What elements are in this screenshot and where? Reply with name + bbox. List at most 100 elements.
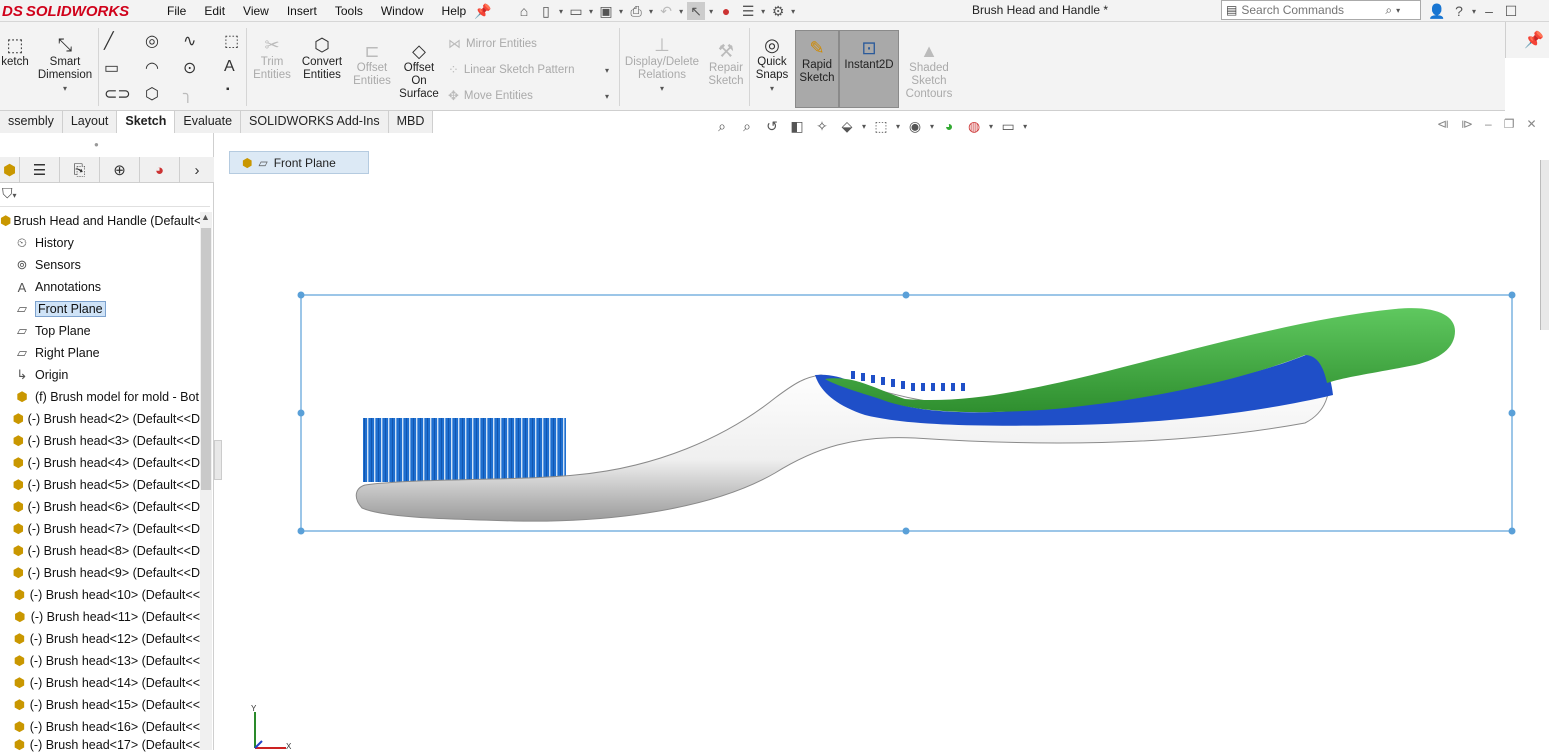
viewport-minimize-icon[interactable]: – [1485, 117, 1492, 131]
pattern-caret-icon[interactable]: ▾ [605, 66, 609, 75]
display-delete-relations-button[interactable]: ⊥ Display/Delete Relations ▾ [622, 34, 702, 95]
scene-caret-icon[interactable]: ▾ [989, 122, 993, 131]
menu-view[interactable]: View [234, 4, 278, 18]
handle-bottom-left[interactable] [297, 527, 305, 535]
instant2d-button[interactable]: ⊡ Instant2D [839, 30, 899, 108]
centerline-point-icon[interactable]: ▪ [226, 84, 230, 95]
dynamic-annotation-icon[interactable]: ✧ [812, 118, 832, 135]
display-style-icon[interactable]: ⬚ [871, 118, 891, 135]
tab-evaluate[interactable]: Evaluate [175, 111, 242, 133]
search-icon[interactable]: ⌕ [1385, 3, 1392, 18]
minimize-window-icon[interactable]: – [1480, 2, 1498, 20]
file-properties-icon[interactable]: ☰ [739, 2, 757, 20]
tile-right-icon[interactable]: ⧐ [1461, 117, 1473, 131]
property-manager-tab[interactable]: ☰ [20, 157, 60, 183]
display-caret-icon[interactable]: ▾ [896, 122, 900, 131]
tree-root-assembly[interactable]: ⬢ Brush Head and Handle (Default<D [0, 210, 200, 232]
help-caret-icon[interactable]: ▾ [1472, 7, 1476, 16]
task-pane-strip[interactable] [1540, 160, 1549, 330]
arc-icon[interactable]: ◠ [145, 58, 159, 78]
filter-caret-icon[interactable]: ▾ [13, 191, 17, 200]
save-caret-icon[interactable]: ▾ [619, 7, 623, 16]
polygon-icon[interactable]: ⬡ [145, 84, 159, 104]
linear-sketch-pattern-button[interactable]: ⁘ Linear Sketch Pattern [448, 62, 575, 78]
tree-item-brush-head[interactable]: ⬢ (-) Brush head<11> (Default<< [0, 606, 200, 628]
options-gear-icon[interactable]: ⚙ [769, 2, 787, 20]
tree-item-brush-head[interactable]: ⬢ (-) Brush head<6> (Default<<D [0, 496, 200, 518]
menu-file[interactable]: File [158, 4, 195, 18]
tree-item-brush-head[interactable]: ⬢ (-) Brush head<15> (Default<< [0, 694, 200, 716]
handle-bottom-right[interactable] [1508, 527, 1516, 535]
solidworks-logo[interactable]: DS SOLIDWORKS [0, 0, 140, 22]
handle-top-right[interactable] [1508, 291, 1516, 299]
tree-item-brush-head[interactable]: ⬢ (-) Brush head<4> (Default<<D [0, 452, 200, 474]
quick-snaps-button[interactable]: ◎ Quick Snaps ▾ [752, 34, 792, 95]
section-view-icon[interactable]: ◧ [787, 118, 807, 135]
handle-middle-right[interactable] [1508, 409, 1516, 417]
panel-expand-button[interactable]: › [180, 157, 214, 183]
tree-item-brush-head[interactable]: ⬢ (-) Brush head<2> (Default<<D [0, 408, 200, 430]
rapid-sketch-button[interactable]: ✎ Rapid Sketch [795, 30, 839, 108]
offset-on-surface-button[interactable]: ◇ Offset On Surface [397, 40, 441, 101]
menu-edit[interactable]: Edit [195, 4, 234, 18]
ellipse-icon[interactable]: ⊙ [183, 58, 196, 78]
tab-sketch[interactable]: Sketch [117, 111, 176, 133]
tree-item-brush-head[interactable]: ⬢ (-) Brush head<8> (Default<<D [0, 540, 200, 562]
display-manager-tab[interactable]: ◕ [140, 157, 180, 183]
hide-show-items-icon[interactable]: ◉ [905, 118, 925, 135]
repair-sketch-button[interactable]: ⚒ Repair Sketch [705, 40, 747, 88]
tree-item-top-plane[interactable]: ▱ Top Plane [0, 320, 200, 342]
tab-mbd[interactable]: MBD [388, 111, 434, 133]
tree-scrollbar-thumb[interactable] [201, 228, 211, 490]
tab-layout[interactable]: Layout [62, 111, 118, 133]
text-icon[interactable]: A [224, 58, 235, 76]
tree-item-right-plane[interactable]: ▱ Right Plane [0, 342, 200, 364]
handle-top-left[interactable] [297, 291, 305, 299]
viewport-close-icon[interactable]: ✕ [1526, 117, 1536, 131]
rebuild-traffic-light-icon[interactable]: ● [717, 2, 735, 20]
tree-item-brush-head[interactable]: ⬢ (-) Brush head<9> (Default<<D [0, 562, 200, 584]
convert-entities-button[interactable]: ⬡ Convert Entities [298, 34, 346, 82]
handle-bottom-center[interactable] [902, 527, 910, 535]
tree-item-brush-model[interactable]: ⬢ (f) Brush model for mold - Bot [0, 386, 200, 408]
tree-item-front-plane[interactable]: ▱ Front Plane [0, 298, 200, 320]
options-caret-icon[interactable]: ▾ [791, 7, 795, 16]
maximize-window-icon[interactable]: ☐ [1502, 2, 1520, 20]
tree-item-annotations[interactable]: A Annotations [0, 276, 200, 298]
search-commands-box[interactable]: ▤ ⌕ ▾ [1221, 0, 1421, 20]
menu-insert[interactable]: Insert [278, 4, 326, 18]
print-icon[interactable]: ⎙ [627, 2, 645, 20]
offset-entities-button[interactable]: ⊏ Offset Entities [350, 40, 394, 88]
tree-item-brush-head[interactable]: ⬢ (-) Brush head<13> (Default<< [0, 650, 200, 672]
unpin-icon[interactable]: 📌 [1524, 30, 1544, 50]
trim-entities-button[interactable]: ✂ Trim Entities [250, 34, 294, 82]
tree-item-brush-head[interactable]: ⬢ (-) Brush head<10> (Default<< [0, 584, 200, 606]
quick-snaps-caret-icon[interactable]: ▾ [770, 82, 774, 95]
tree-item-brush-head[interactable]: ⬢ (-) Brush head<12> (Default<< [0, 628, 200, 650]
tree-item-origin[interactable]: ↳ Origin [0, 364, 200, 386]
panel-grip-icon[interactable]: ● [94, 140, 99, 149]
home-icon[interactable]: ⌂ [515, 2, 533, 20]
smart-dimension-button[interactable]: ⤡ Smart Dimension ▾ [36, 34, 94, 95]
view-orientation-icon[interactable]: ⬙ [837, 118, 857, 135]
model-graphics[interactable] [215, 133, 1540, 750]
relations-caret-icon[interactable]: ▾ [660, 82, 664, 95]
feature-manager-tab[interactable]: ⬢ [0, 157, 20, 183]
tree-item-brush-head[interactable]: ⬢ (-) Brush head<16> (Default<< [0, 716, 200, 738]
spline-icon[interactable]: ∿ [183, 31, 196, 51]
sketch-button[interactable]: ⬚ ketch [0, 34, 30, 69]
tree-item-history[interactable]: ⏲ History [0, 232, 200, 254]
scroll-up-icon[interactable]: ▲ [201, 212, 210, 222]
rectangle-icon[interactable]: ▭ [104, 58, 119, 78]
move-caret-icon[interactable]: ▾ [605, 92, 609, 101]
handle-middle-left[interactable] [297, 409, 305, 417]
zoom-to-area-icon[interactable]: ⌕ [737, 118, 757, 135]
tile-left-icon[interactable]: ⧏ [1437, 117, 1449, 131]
open-caret-icon[interactable]: ▾ [589, 7, 593, 16]
new-caret-icon[interactable]: ▾ [559, 7, 563, 16]
new-document-icon[interactable]: ▯ [537, 2, 555, 20]
print-caret-icon[interactable]: ▾ [649, 7, 653, 16]
undo-icon[interactable]: ↶ [657, 2, 675, 20]
open-folder-icon[interactable]: ▭ [567, 2, 585, 20]
view-settings-caret-icon[interactable]: ▾ [1023, 122, 1027, 131]
